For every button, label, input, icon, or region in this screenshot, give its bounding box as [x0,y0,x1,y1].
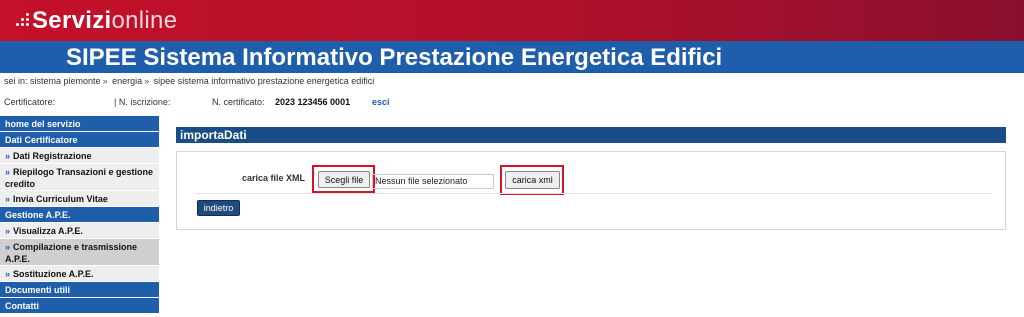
arrow-icon: » [5,226,11,236]
breadcrumb-separator: » [102,76,108,86]
breadcrumb: sei in: sistema piemonte» energia» sipee… [4,76,374,86]
iscrizione-label: | N. iscrizione: [114,97,171,107]
sidebar-section-gestione-ape[interactable]: Gestione A.P.E. [0,207,159,223]
panel-title: importaDati [176,127,1006,143]
breadcrumb-item: sipee sistema informativo prestazione en… [153,76,375,86]
certificato-number: 2023 123456 0001 [275,97,351,107]
arrow-icon: » [5,269,11,279]
sidebar-item-invia-curriculum[interactable]: » Invia Curriculum Vitae [0,191,159,207]
breadcrumb-item[interactable]: sistema piemonte [30,76,101,86]
sidebar-item-visualizza-ape[interactable]: » Visualizza A.P.E. [0,223,159,239]
sidebar-item-sostituzione-ape[interactable]: » Sostituzione A.P.E. [0,266,159,282]
upload-xml-button[interactable]: carica xml [505,171,560,189]
breadcrumb-prefix: sei in: [4,76,28,86]
servizionline-logo[interactable]: Servizionline [14,4,177,38]
sidebar-item-riepilogo-transazioni[interactable]: » Riepilogo Transazioni e gestione credit… [0,164,159,191]
logo-text: Servizionline [32,7,178,34]
logo-dots-icon [14,13,30,29]
top-banner: Servizionline [0,0,1024,41]
file-xml-label: carica file XML [242,173,306,183]
title-bar: SIPEE Sistema Informativo Prestazione En… [0,41,1024,73]
arrow-icon: » [5,194,11,204]
arrow-icon: » [5,151,11,161]
sidebar-item-documenti-utili[interactable]: Documenti utili [0,282,159,298]
file-status-text: Nessun file selezionato [372,174,494,189]
sidebar-item-label: Sostituzione A.P.E. [13,269,94,279]
choose-file-button[interactable]: Scegli file [318,171,370,188]
sidebar-item-compilazione-ape[interactable]: » Compilazione e trasmissione A.P.E. [0,239,159,266]
sidebar-item-label: Invia Curriculum Vitae [13,194,108,204]
arrow-icon: » [5,242,11,252]
sidebar-section-dati-certificatore[interactable]: Dati Certificatore [0,132,159,148]
back-button[interactable]: indietro [197,200,240,216]
sidebar-item-label: Visualizza A.P.E. [13,226,83,236]
sidebar-item-home[interactable]: home del servizio [0,116,159,132]
sidebar-item-label: Riepilogo Transazioni e gestione credito [5,167,154,189]
breadcrumb-item[interactable]: energia [112,76,142,86]
arrow-icon: » [5,167,11,177]
certificato-label: N. certificato: [212,97,265,107]
page-title: SIPEE Sistema Informativo Prestazione En… [66,44,723,71]
import-panel [176,151,1006,230]
certificatore-label: Certificatore: [4,97,56,107]
logout-link[interactable]: esci [372,97,390,107]
sidebar-item-contatti[interactable]: Contatti [0,298,159,314]
divider [196,193,992,194]
sidebar-item-label: Compilazione e trasmissione A.P.E. [5,242,138,264]
sidebar-item-dati-registrazione[interactable]: » Dati Registrazione [0,148,159,164]
sidebar-item-label: Dati Registrazione [13,151,92,161]
sidebar-menu: home del servizio Dati Certificatore » Da… [0,116,159,314]
breadcrumb-separator: » [144,76,150,86]
